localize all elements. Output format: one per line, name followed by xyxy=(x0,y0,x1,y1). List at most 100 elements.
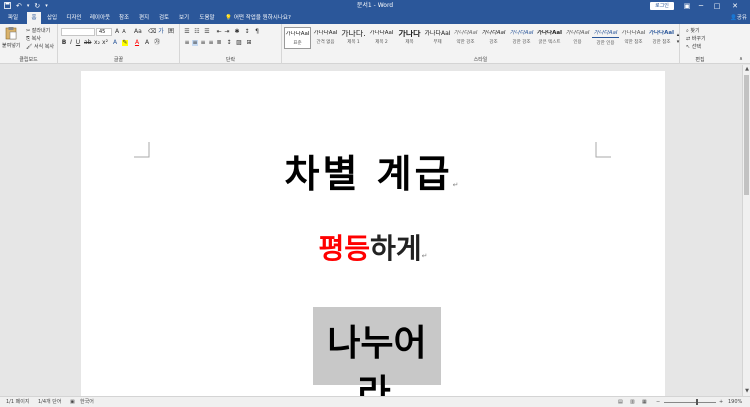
bold-icon[interactable]: B xyxy=(61,40,67,46)
language[interactable]: 한국어 xyxy=(80,397,94,407)
line-spacing-icon[interactable]: ↕ xyxy=(226,40,232,46)
sort-icon[interactable]: ↕ xyxy=(244,29,250,35)
minimize-icon[interactable]: ─ xyxy=(694,1,708,11)
read-mode-icon[interactable]: ▤ xyxy=(618,397,623,407)
style-preview: 가나다. xyxy=(341,30,366,37)
style-normal[interactable]: 가나다AaI 표준 xyxy=(284,27,311,49)
page-count[interactable]: 1/1 페이지 xyxy=(6,397,29,407)
line-2-text: 하게 xyxy=(370,232,422,265)
text-effects-icon[interactable]: A xyxy=(112,40,118,46)
style-subtle-emphasis[interactable]: 가나다AaI 약한 강조 xyxy=(452,27,479,49)
show-marks-icon[interactable]: ¶ xyxy=(254,29,260,35)
tab-layout[interactable]: 레이아웃 xyxy=(88,12,112,24)
document-line-3[interactable]: 나누어라↵ xyxy=(313,307,441,396)
phonetic-guide-icon[interactable]: 가 xyxy=(158,29,164,35)
zoom-slider[interactable] xyxy=(664,402,716,403)
print-layout-icon[interactable]: ▥ xyxy=(630,397,635,407)
style-no-spacing[interactable]: 가나다AaI 간격 없음 xyxy=(312,27,339,49)
tab-references[interactable]: 참조 xyxy=(116,12,132,24)
align-left-icon[interactable]: ≡ xyxy=(184,40,190,46)
share-button[interactable]: 👤공유 xyxy=(730,12,747,24)
clear-format-icon[interactable]: ⌫ xyxy=(148,29,156,35)
web-layout-icon[interactable]: ▦ xyxy=(642,397,647,407)
close-icon[interactable]: ✕ xyxy=(728,1,742,11)
document-page[interactable]: 차별 계급↵ 평등하게↵ 나누어라↵ xyxy=(81,71,665,396)
underline-icon[interactable]: U xyxy=(75,40,81,46)
style-heading-2[interactable]: 가나다AaI 제목 2 xyxy=(368,27,395,49)
zoom-slider-thumb[interactable] xyxy=(696,399,698,405)
asian-layout-icon[interactable]: ✱ xyxy=(234,29,240,35)
tab-home[interactable]: 홈 xyxy=(27,12,41,24)
char-border-icon[interactable]: 囲 xyxy=(168,29,174,35)
ribbon-display-icon[interactable]: ▣ xyxy=(680,1,694,11)
style-emphasis[interactable]: 가나다AaI 강조 xyxy=(480,27,507,49)
style-subtitle[interactable]: 가나다AaI 부제 xyxy=(424,27,451,49)
shrink-font-icon[interactable]: A xyxy=(121,29,127,35)
maximize-icon[interactable]: □ xyxy=(710,1,724,11)
scrollbar-thumb[interactable] xyxy=(744,75,749,195)
format-painter-button[interactable]: 🖌 서식 복사 xyxy=(26,43,54,50)
grow-font-icon[interactable]: A xyxy=(114,29,120,35)
tab-file[interactable]: 파일 xyxy=(4,12,22,24)
italic-icon[interactable]: I xyxy=(68,40,74,46)
highlight-icon[interactable]: ✎ xyxy=(122,40,128,46)
copy-button[interactable]: ⎘ 복사 xyxy=(26,35,41,42)
paste-button[interactable] xyxy=(4,26,18,42)
decrease-indent-icon[interactable]: ⇤ xyxy=(216,29,222,35)
distribute-icon[interactable]: ≣ xyxy=(216,40,222,46)
tab-help[interactable]: 도움말 xyxy=(196,12,218,24)
style-intense-emphasis[interactable]: 가나다AaI 강한 강조 xyxy=(508,27,535,49)
tab-mailings[interactable]: 편지 xyxy=(136,12,152,24)
select-button[interactable]: ↖ 선택 xyxy=(686,43,701,50)
style-name: 제목 1 xyxy=(347,40,360,45)
zoom-in-icon[interactable]: + xyxy=(719,397,723,407)
style-preview: 가나다AaI xyxy=(565,30,590,36)
font-name-select[interactable] xyxy=(61,28,95,36)
cut-button[interactable]: ✂ 잘라내기 xyxy=(26,27,50,34)
tab-review[interactable]: 검토 xyxy=(156,12,172,24)
font-color-icon[interactable]: A xyxy=(134,40,140,46)
tab-insert[interactable]: 삽입 xyxy=(44,12,60,24)
replace-button[interactable]: ⇄ 바꾸기 xyxy=(686,35,706,42)
style-intense-quote[interactable]: 가나다AaI 강한 인용 xyxy=(592,27,619,49)
style-subtle-reference[interactable]: 가나다AaI 약한 참조 xyxy=(620,27,647,49)
subscript-icon[interactable]: x₂ xyxy=(94,40,100,46)
collapse-ribbon-icon[interactable]: ∧ xyxy=(738,56,744,62)
proofing-icon[interactable]: ▣ xyxy=(70,397,75,407)
multilevel-list-icon[interactable]: ☰ xyxy=(204,29,210,35)
paste-label[interactable]: 붙여넣기 xyxy=(2,42,20,49)
change-case-icon[interactable]: Aa xyxy=(134,29,142,35)
style-heading-1[interactable]: 가나다. 제목 1 xyxy=(340,27,367,49)
shading-icon[interactable]: ▨ xyxy=(236,40,242,46)
scroll-up-icon[interactable]: ▲ xyxy=(743,65,750,73)
login-button[interactable]: 로그인 xyxy=(650,2,674,10)
zoom-out-icon[interactable]: − xyxy=(656,397,660,407)
style-quote[interactable]: 가나다AaI 인용 xyxy=(564,27,591,49)
increase-indent-icon[interactable]: ⇥ xyxy=(224,29,230,35)
zoom-level[interactable]: 190% xyxy=(728,397,742,407)
find-button[interactable]: ⌕ 찾기 xyxy=(686,27,700,34)
word-count[interactable]: 1/4개 단어 xyxy=(38,397,61,407)
font-size-select[interactable]: 45 xyxy=(96,28,112,36)
borders-icon[interactable]: ⊞ xyxy=(246,40,252,46)
bullets-icon[interactable]: ☰ xyxy=(184,29,190,35)
align-right-icon[interactable]: ≡ xyxy=(200,40,206,46)
align-center-icon[interactable]: ≡ xyxy=(192,40,198,46)
tell-me-search[interactable]: 💡 어떤 작업을 원하시나요? xyxy=(225,12,291,24)
strikethrough-icon[interactable]: ab xyxy=(84,40,92,46)
tab-design[interactable]: 디자인 xyxy=(64,12,84,24)
document-line-2[interactable]: 평등하게↵ xyxy=(81,233,665,272)
numbering-icon[interactable]: ☷ xyxy=(194,29,200,35)
style-intense-reference[interactable]: 가나다AaI 강한 참조 xyxy=(648,27,675,49)
tab-view[interactable]: 보기 xyxy=(176,12,192,24)
vertical-scrollbar[interactable]: ▲ ▼ xyxy=(742,65,750,396)
enclose-char-icon[interactable]: ㉮ xyxy=(154,40,160,46)
justify-icon[interactable]: ≡ xyxy=(208,40,214,46)
scroll-down-icon[interactable]: ▼ xyxy=(743,387,750,395)
superscript-icon[interactable]: x² xyxy=(102,40,108,46)
style-name: 약한 강조 xyxy=(456,40,475,45)
char-shading-icon[interactable]: A xyxy=(144,40,150,46)
document-line-1[interactable]: 차별 계급↵ xyxy=(81,153,665,206)
style-title[interactable]: 가나다 제목 xyxy=(396,27,423,49)
style-strong[interactable]: 가나다AaI 굵은 텍스트 xyxy=(536,27,563,49)
